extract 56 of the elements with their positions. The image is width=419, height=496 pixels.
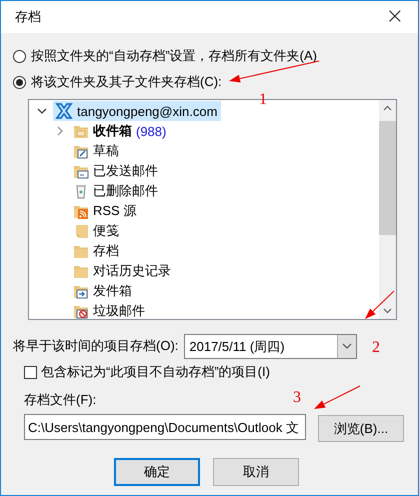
dropdown-caret-icon [342, 343, 352, 349]
folder-name: 草稿 [93, 142, 119, 160]
tree-item[interactable]: 已删除邮件 [71, 181, 162, 201]
folder-name: 存档 [93, 242, 119, 260]
date-picker[interactable]: 2017/5/11 (周四) [184, 334, 358, 358]
radio-label[interactable]: 将该文件夹及其子文件夹存档(C): [31, 73, 222, 91]
folder-name: 已删除邮件 [93, 182, 158, 200]
outbox-folder-icon [73, 283, 89, 299]
ok-button[interactable]: 确定 [114, 458, 200, 486]
close-button[interactable]: × [382, 6, 408, 28]
tree-item[interactable]: 便笺 [71, 221, 123, 241]
tree-item[interactable]: 已发送邮件 [71, 161, 162, 181]
tree-item[interactable]: tangyongpeng@xin.com [53, 101, 222, 121]
folder-name: 垃圾邮件 [93, 302, 145, 319]
radio-button[interactable] [13, 50, 26, 62]
scroll-thumb[interactable] [379, 121, 396, 235]
scrollbar[interactable] [379, 100, 396, 319]
checkbox[interactable] [24, 366, 37, 378]
annotation-number: 3 [293, 390, 301, 406]
mail-folder-icon [73, 123, 89, 139]
tree-item[interactable]: 垃圾邮件 [71, 301, 149, 319]
rss-folder-icon [73, 203, 89, 219]
folder-icon [73, 263, 89, 279]
archive-file-label: 存档文件(F): [24, 391, 96, 409]
checkbox-label[interactable]: 包含标记为“此项目不自动存档”的项目(I) [41, 363, 270, 381]
tree-item[interactable]: 对话历史记录 [71, 261, 175, 281]
folder-name: 发件箱 [93, 282, 132, 300]
trash-icon [73, 183, 89, 199]
arrow [314, 386, 360, 409]
folder-name: tangyongpeng@xin.com [77, 104, 218, 118]
unread-count: (988) [136, 124, 166, 138]
radio-label[interactable]: 按照文件夹的“自动存档”设置，存档所有文件夹(A) [31, 47, 317, 65]
tree-item[interactable]: RSS 源 [71, 201, 140, 221]
folder-name: 对话历史记录 [93, 262, 171, 280]
folder-name: 收件箱 [93, 122, 132, 140]
tree-item[interactable]: 收件箱 (988) [71, 121, 170, 141]
folder-name: 便笺 [93, 222, 119, 240]
tree-item[interactable]: 存档 [71, 241, 123, 261]
arrow [365, 290, 394, 319]
folder-name: 已发送邮件 [93, 162, 158, 180]
date-label: 将早于该时间的项目存档(O): [13, 337, 178, 355]
cancel-button[interactable]: 取消 [213, 458, 299, 486]
note-icon [73, 223, 89, 239]
account-icon [55, 102, 73, 120]
sent-folder-icon [73, 163, 89, 179]
window-title: 存档 [15, 8, 41, 26]
radio-button[interactable] [13, 76, 26, 88]
file-path-field[interactable]: C:\Users\tangyongpeng\Documents\Outlook 文 [24, 414, 306, 440]
folder-icon [73, 243, 89, 259]
annotation-number: 1 [259, 92, 267, 108]
tree-item[interactable]: 发件箱 [71, 281, 136, 301]
folder-name: RSS 源 [93, 202, 136, 220]
browse-button[interactable]: 浏览(B)... [318, 415, 404, 442]
draft-folder-icon [73, 143, 89, 159]
tree-item[interactable]: 草稿 [71, 141, 123, 161]
annotation-number: 2 [372, 340, 380, 356]
